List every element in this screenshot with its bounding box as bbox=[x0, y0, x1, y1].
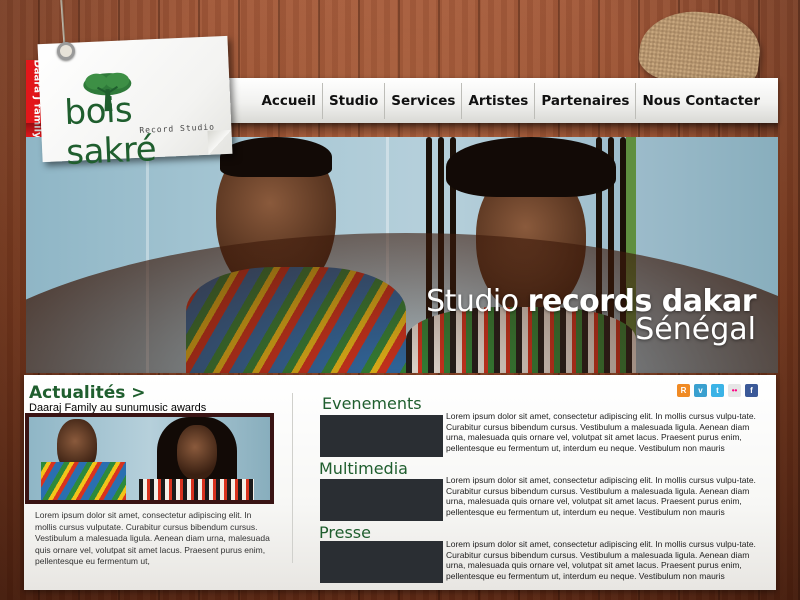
news-image[interactable] bbox=[25, 413, 274, 504]
hero-senegal-text: Sénégal bbox=[635, 312, 756, 347]
column-divider bbox=[292, 393, 293, 563]
section-title-multimedia[interactable]: Multimedia bbox=[319, 459, 408, 478]
main-nav: Accueil Studio Services Artistes Partena… bbox=[216, 78, 778, 123]
flickr-icon[interactable]: •• bbox=[728, 384, 741, 397]
hero-tagline: Studio records dakar Sénégal bbox=[426, 287, 756, 345]
nav-item-artistes[interactable]: Artistes bbox=[461, 82, 534, 119]
eyelet-decoration bbox=[57, 42, 75, 60]
nav-item-partenaires[interactable]: Partenaires bbox=[534, 82, 635, 119]
hanging-string-decoration bbox=[60, 0, 66, 49]
nav-item-nous-contacter[interactable]: Nous Contacter bbox=[635, 82, 766, 119]
multimedia-thumbnail[interactable] bbox=[320, 479, 443, 521]
section-title-presse[interactable]: Presse bbox=[319, 523, 371, 542]
presse-thumbnail[interactable] bbox=[320, 541, 443, 583]
nav-item-studio[interactable]: Studio bbox=[321, 82, 384, 119]
content-panel: Actualités > Daaraj Family au sunumusic … bbox=[24, 375, 776, 590]
news-title-link[interactable]: Actualités > bbox=[29, 383, 146, 403]
hero-studio-text: Studio bbox=[426, 284, 519, 319]
nav-item-accueil[interactable]: Accueil bbox=[255, 83, 321, 119]
evenements-text: Lorem ipsum dolor sit amet, consectetur … bbox=[446, 411, 756, 454]
evenements-thumbnail[interactable] bbox=[320, 415, 443, 457]
vimeo-icon[interactable]: v bbox=[694, 384, 707, 397]
news-text: Lorem ipsum dolor sit amet, consectetur … bbox=[35, 510, 270, 566]
facebook-icon[interactable]: f bbox=[745, 384, 758, 397]
social-icons: R v t •• f bbox=[677, 384, 758, 397]
news-column: Actualités > Daaraj Family au sunumusic … bbox=[24, 375, 279, 590]
nav-item-services[interactable]: Services bbox=[384, 82, 461, 119]
tag-fold bbox=[207, 129, 233, 155]
multimedia-text: Lorem ipsum dolor sit amet, consectetur … bbox=[446, 475, 756, 518]
rss-icon[interactable]: R bbox=[677, 384, 690, 397]
presse-text: Lorem ipsum dolor sit amet, consectetur … bbox=[446, 539, 756, 582]
twitter-icon[interactable]: t bbox=[711, 384, 724, 397]
section-title-evenements[interactable]: Evenements bbox=[322, 394, 422, 413]
hero-banner: Studio records dakar Sénégal bbox=[26, 137, 778, 373]
